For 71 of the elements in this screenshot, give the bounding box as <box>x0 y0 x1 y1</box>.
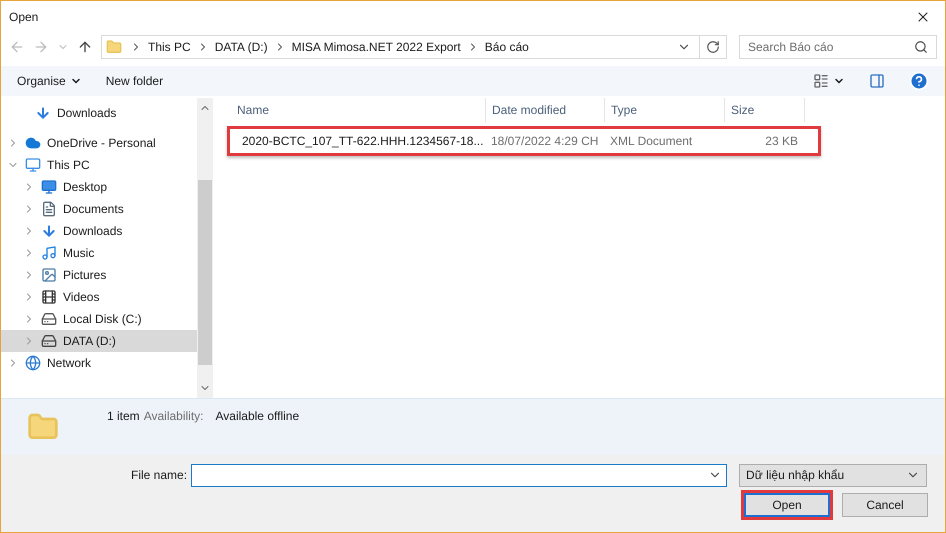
nav-item-label: Videos <box>63 289 100 306</box>
forward-arrow-icon[interactable] <box>33 39 49 55</box>
nav-item-label: Music <box>63 245 94 262</box>
nav-tree-item[interactable]: OneDrive - Personal <box>1 132 197 154</box>
help-icon[interactable] <box>909 71 929 91</box>
breadcrumb-item[interactable]: DATA (D:) <box>212 38 270 56</box>
nav-item-label: Documents <box>63 201 124 218</box>
nav-item-label: Network <box>47 355 92 372</box>
file-row[interactable]: 2020-BCTC_107_TT-622.HHH.1234567-18... 18/07/2022 4:29 CH XML Document 23 KB <box>227 126 821 156</box>
folder-icon <box>106 39 122 55</box>
film-icon <box>41 289 57 305</box>
column-header[interactable]: Size <box>725 98 805 122</box>
file-type-dropdown[interactable]: Dữ liệu nhập khẩu <box>739 464 928 486</box>
file-name-label: File name: <box>131 467 188 484</box>
picture-icon <box>41 267 57 283</box>
type-cell-text: XML Document <box>609 133 694 150</box>
nav-tree-item[interactable]: Network <box>1 352 197 374</box>
download-arrow-icon <box>35 105 51 121</box>
organise-menu-button[interactable]: Organise <box>17 72 82 90</box>
window-title: Open <box>9 8 38 26</box>
document-icon <box>41 201 57 217</box>
nav-tree-item[interactable]: Pictures <box>1 264 197 286</box>
drive-icon <box>41 333 57 349</box>
nav-item-label: OneDrive - Personal <box>47 135 156 152</box>
cancel-button[interactable]: Cancel <box>842 493 928 517</box>
music-note-icon <box>41 245 57 261</box>
search-icon <box>914 40 928 54</box>
address-bar[interactable]: This PC DATA (D:) MISA Mimosa.NET 2022 Export Báo cáo <box>101 35 727 59</box>
scrollbar-track[interactable] <box>197 98 213 398</box>
nav-tree-item[interactable]: Music <box>1 242 197 264</box>
nav-tree-item[interactable]: DATA (D:) <box>1 330 197 352</box>
nav-item-label: Pictures <box>63 267 106 284</box>
column-header[interactable]: Type <box>605 98 725 122</box>
breadcrumb-item[interactable]: MISA Mimosa.NET 2022 Export <box>290 38 463 56</box>
file-name-field[interactable] <box>191 464 728 486</box>
cloud-icon <box>25 135 41 151</box>
nav-tree-item[interactable]: Local Disk (C:) <box>1 308 197 330</box>
search-field[interactable]: Search Báo cáo <box>739 35 937 59</box>
availability-value: Available offline <box>216 408 300 425</box>
scrollbar-thumb[interactable] <box>198 180 212 365</box>
nav-item-label: Downloads <box>63 223 122 240</box>
breadcrumb-item[interactable]: Báo cáo <box>482 38 531 56</box>
nav-item-label: Local Disk (C:) <box>63 311 142 328</box>
monitor-icon <box>25 157 41 173</box>
nav-tree-item[interactable]: Downloads <box>1 220 197 242</box>
disk-drive-icon <box>41 311 57 327</box>
nav-tree-item[interactable]: Documents <box>1 198 197 220</box>
open-button[interactable]: Open <box>744 493 830 517</box>
desktop-icon <box>41 179 57 195</box>
refresh-icon[interactable] <box>706 40 720 54</box>
preview-pane-icon[interactable] <box>869 73 885 89</box>
network-globe-icon <box>25 355 41 371</box>
breadcrumb-item[interactable]: This PC <box>146 38 193 56</box>
view-options-icon[interactable] <box>813 73 829 89</box>
quick-access-item[interactable]: Downloads <box>1 102 197 124</box>
availability-label: Availability: <box>144 408 204 425</box>
nav-tree-item[interactable]: Desktop <box>1 176 197 198</box>
column-header[interactable]: Date modified <box>486 98 605 122</box>
nav-item-label: Desktop <box>63 179 108 196</box>
nav-tree-item[interactable]: Videos <box>1 286 197 308</box>
new-folder-button[interactable]: New folder <box>106 72 164 90</box>
file-name: 2020-BCTC_107_TT-622.HHH.1234567-18... <box>242 133 484 150</box>
search-input[interactable]: Search Báo cáo <box>748 38 914 56</box>
item-count: 1 item <box>107 408 140 425</box>
column-header[interactable]: Name <box>231 98 486 122</box>
nav-item-label: Downloads <box>57 105 116 122</box>
nav-item-label: This PC <box>47 157 90 174</box>
nav-tree-item[interactable]: This PC <box>1 154 197 176</box>
date-cell-text: 18/07/2022 4:29 CH <box>490 133 600 150</box>
nav-item-label: DATA (D:) <box>63 333 116 350</box>
size-cell-text: 23 KB <box>764 133 799 150</box>
